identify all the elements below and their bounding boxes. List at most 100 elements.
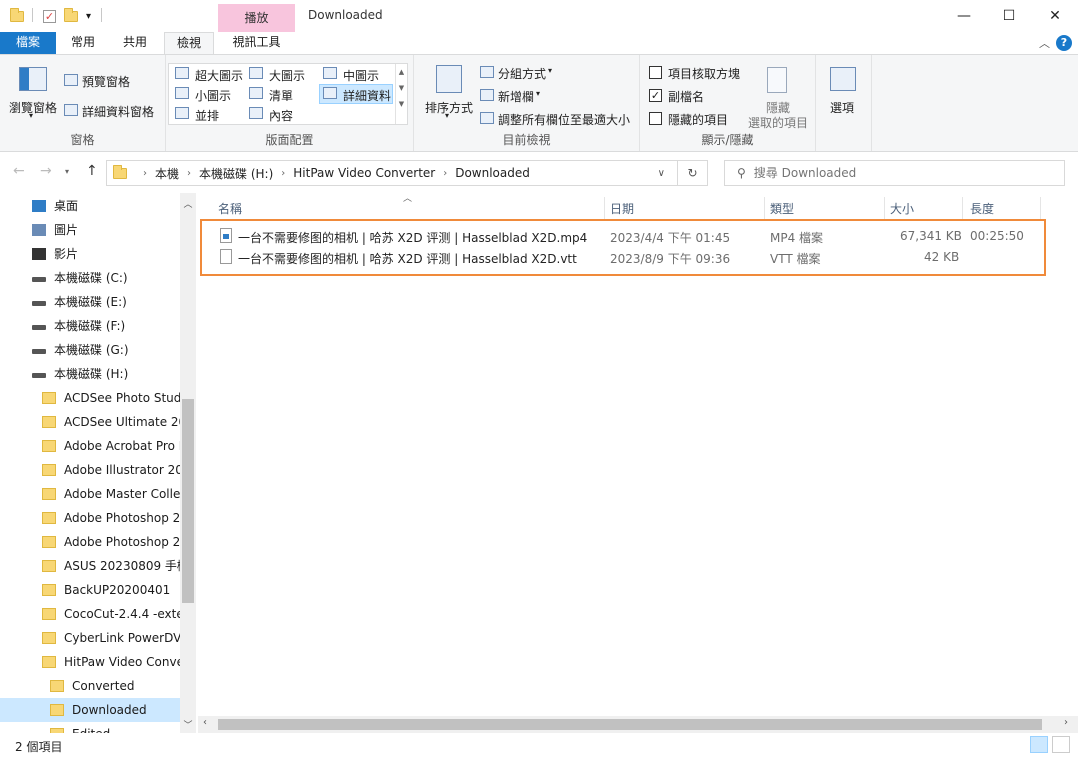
address-dropdown-icon[interactable]: ∨ (658, 168, 665, 179)
hidden-items-checkbox[interactable] (649, 112, 662, 125)
size-columns-icon[interactable] (480, 112, 494, 124)
chevron-right-icon[interactable]: › (281, 168, 285, 179)
sort-by-icon[interactable] (436, 65, 462, 93)
column-header-size[interactable]: 大小 (890, 200, 914, 217)
hide-selected-icon[interactable] (767, 67, 787, 93)
minimize-button[interactable]: — (941, 0, 987, 32)
layout-small-icons[interactable]: 小圖示 (195, 87, 231, 104)
maximize-button[interactable]: ☐ (986, 0, 1032, 32)
nav-item[interactable]: CocoCut-2.4.4 -extension (0, 602, 180, 626)
chevron-up-icon[interactable]: ▲ (396, 68, 407, 76)
contextual-tab-play[interactable]: 播放 (218, 4, 295, 32)
breadcrumb-drive-h[interactable]: 本機磁碟 (H:) (199, 165, 273, 182)
hide-selected-line2[interactable]: 選取的項目 (748, 114, 808, 131)
close-button[interactable]: ✕ (1032, 0, 1078, 32)
recent-locations-chevron-icon[interactable]: ▾ (65, 167, 69, 176)
forward-arrow-icon[interactable]: → (40, 163, 52, 179)
details-pane-button[interactable]: 詳細資料窗格 (82, 103, 154, 120)
column-header-name[interactable]: 名稱 (218, 200, 242, 217)
tab-video-tools[interactable]: 視訊工具 (218, 32, 295, 54)
add-columns-icon[interactable] (480, 89, 494, 101)
breadcrumb-hitpaw[interactable]: HitPaw Video Converter (293, 166, 435, 180)
nav-item[interactable]: ACDSee Ultimate 2023 (0, 410, 180, 434)
layout-extra-large-icons[interactable]: 超大圖示 (195, 67, 243, 84)
chevron-down-icon[interactable]: ▾ (548, 66, 552, 75)
size-all-columns-button[interactable]: 調整所有欄位至最適大小 (498, 111, 630, 128)
layout-tiles[interactable]: 並排 (195, 107, 219, 124)
expand-gallery-icon[interactable]: ▼ (396, 100, 407, 108)
details-pane-icon[interactable] (64, 104, 78, 116)
chevron-down-icon[interactable]: ▾ (536, 89, 540, 98)
nav-item[interactable]: 本機磁碟 (C:) (0, 266, 180, 290)
nav-item[interactable]: Edited (0, 722, 180, 733)
layout-large-icons[interactable]: 大圖示 (269, 67, 305, 84)
item-checkboxes-checkbox[interactable] (649, 66, 662, 79)
nav-item[interactable]: Adobe Illustrator 2023 (0, 458, 180, 482)
chevron-right-icon[interactable]: › (143, 168, 147, 179)
scrollbar-thumb[interactable] (218, 719, 1042, 730)
chevron-right-icon[interactable]: › (443, 168, 447, 179)
nav-item[interactable]: 桌面 (0, 194, 180, 218)
horizontal-scrollbar[interactable]: ‹ › (198, 716, 1078, 733)
layout-content[interactable]: 內容 (269, 107, 293, 124)
nav-item[interactable]: Adobe Photoshop 2023 (0, 506, 180, 530)
layout-medium-icons[interactable]: 中圖示 (343, 67, 379, 84)
nav-item[interactable]: CyberLink PowerDVD (0, 626, 180, 650)
nav-item[interactable]: Downloaded (0, 698, 180, 722)
nav-item[interactable]: 圖片 (0, 218, 180, 242)
nav-item[interactable]: 本機磁碟 (G:) (0, 338, 180, 362)
chevron-left-icon[interactable]: ‹ (203, 717, 207, 728)
refresh-icon[interactable]: ↻ (678, 160, 708, 186)
column-divider[interactable] (962, 197, 963, 219)
nav-item[interactable]: 影片 (0, 242, 180, 266)
up-arrow-icon[interactable]: ↑ (86, 163, 98, 179)
large-icons-view-icon[interactable] (1052, 736, 1070, 753)
nav-item[interactable]: ASUS 20230809 手機 (0, 554, 180, 578)
properties-icon[interactable]: ✓ (43, 7, 56, 25)
group-by-button[interactable]: 分組方式 (498, 65, 546, 82)
nav-scrollbar[interactable]: ︿ ﹀ (180, 193, 196, 733)
chevron-down-icon[interactable]: ▼ (396, 84, 407, 92)
tab-file[interactable]: 檔案 (0, 32, 56, 54)
layout-list[interactable]: 清單 (269, 87, 293, 104)
quick-access-dropdown-icon[interactable]: ▾ (86, 7, 91, 25)
column-header-length[interactable]: 長度 (970, 200, 994, 217)
group-by-icon[interactable] (480, 66, 494, 78)
tab-share[interactable]: 共用 (112, 32, 158, 54)
search-input[interactable] (753, 166, 1034, 180)
column-divider[interactable] (764, 197, 765, 219)
nav-item[interactable]: 本機磁碟 (H:) (0, 362, 180, 386)
column-header-type[interactable]: 類型 (770, 200, 794, 217)
table-row[interactable]: 一台不需要修图的相机 | 哈苏 X2D 评测 | Hasselblad X2D.… (214, 247, 1044, 268)
hidden-items-label[interactable]: 隱藏的項目 (668, 111, 728, 128)
scrollbar-thumb[interactable] (182, 399, 194, 603)
nav-item[interactable]: BackUP20200401 (0, 578, 180, 602)
breadcrumb-downloaded[interactable]: Downloaded (455, 166, 530, 180)
nav-item[interactable]: Adobe Master Collection (0, 482, 180, 506)
back-arrow-icon[interactable]: ← (13, 163, 25, 179)
navigation-pane-icon[interactable] (19, 67, 47, 91)
add-columns-button[interactable]: 新增欄 (498, 88, 534, 105)
nav-item[interactable]: 本機磁碟 (F:) (0, 314, 180, 338)
preview-pane-button[interactable]: 預覽窗格 (82, 73, 130, 90)
chevron-up-icon[interactable]: ︿ (180, 197, 196, 210)
breadcrumb-this-pc[interactable]: 本機 (155, 165, 179, 182)
table-row[interactable]: 一台不需要修图的相机 | 哈苏 X2D 评测 | Hasselblad X2D.… (214, 226, 1044, 247)
tab-view[interactable]: 檢視 (164, 32, 214, 54)
options-icon[interactable] (830, 67, 856, 91)
layout-details[interactable]: 詳細資料 (343, 87, 391, 104)
nav-item[interactable]: ACDSee Photo Studio (0, 386, 180, 410)
column-divider[interactable] (604, 197, 605, 219)
chevron-down-icon[interactable]: ﹀ (180, 718, 196, 731)
column-divider[interactable] (1040, 197, 1041, 219)
nav-item[interactable]: HitPaw Video Converter (0, 650, 180, 674)
options-button[interactable]: 選項 (830, 99, 854, 116)
column-header-date[interactable]: 日期 (610, 200, 634, 217)
help-icon[interactable]: ? (1056, 35, 1072, 51)
layout-scroll[interactable]: ▲ ▼ ▼ (395, 64, 407, 124)
nav-item[interactable]: Converted (0, 674, 180, 698)
chevron-right-icon[interactable]: › (1064, 717, 1068, 728)
preview-pane-icon[interactable] (64, 74, 78, 86)
tab-home[interactable]: 常用 (60, 32, 106, 54)
nav-item[interactable]: Adobe Photoshop 2024 (0, 530, 180, 554)
